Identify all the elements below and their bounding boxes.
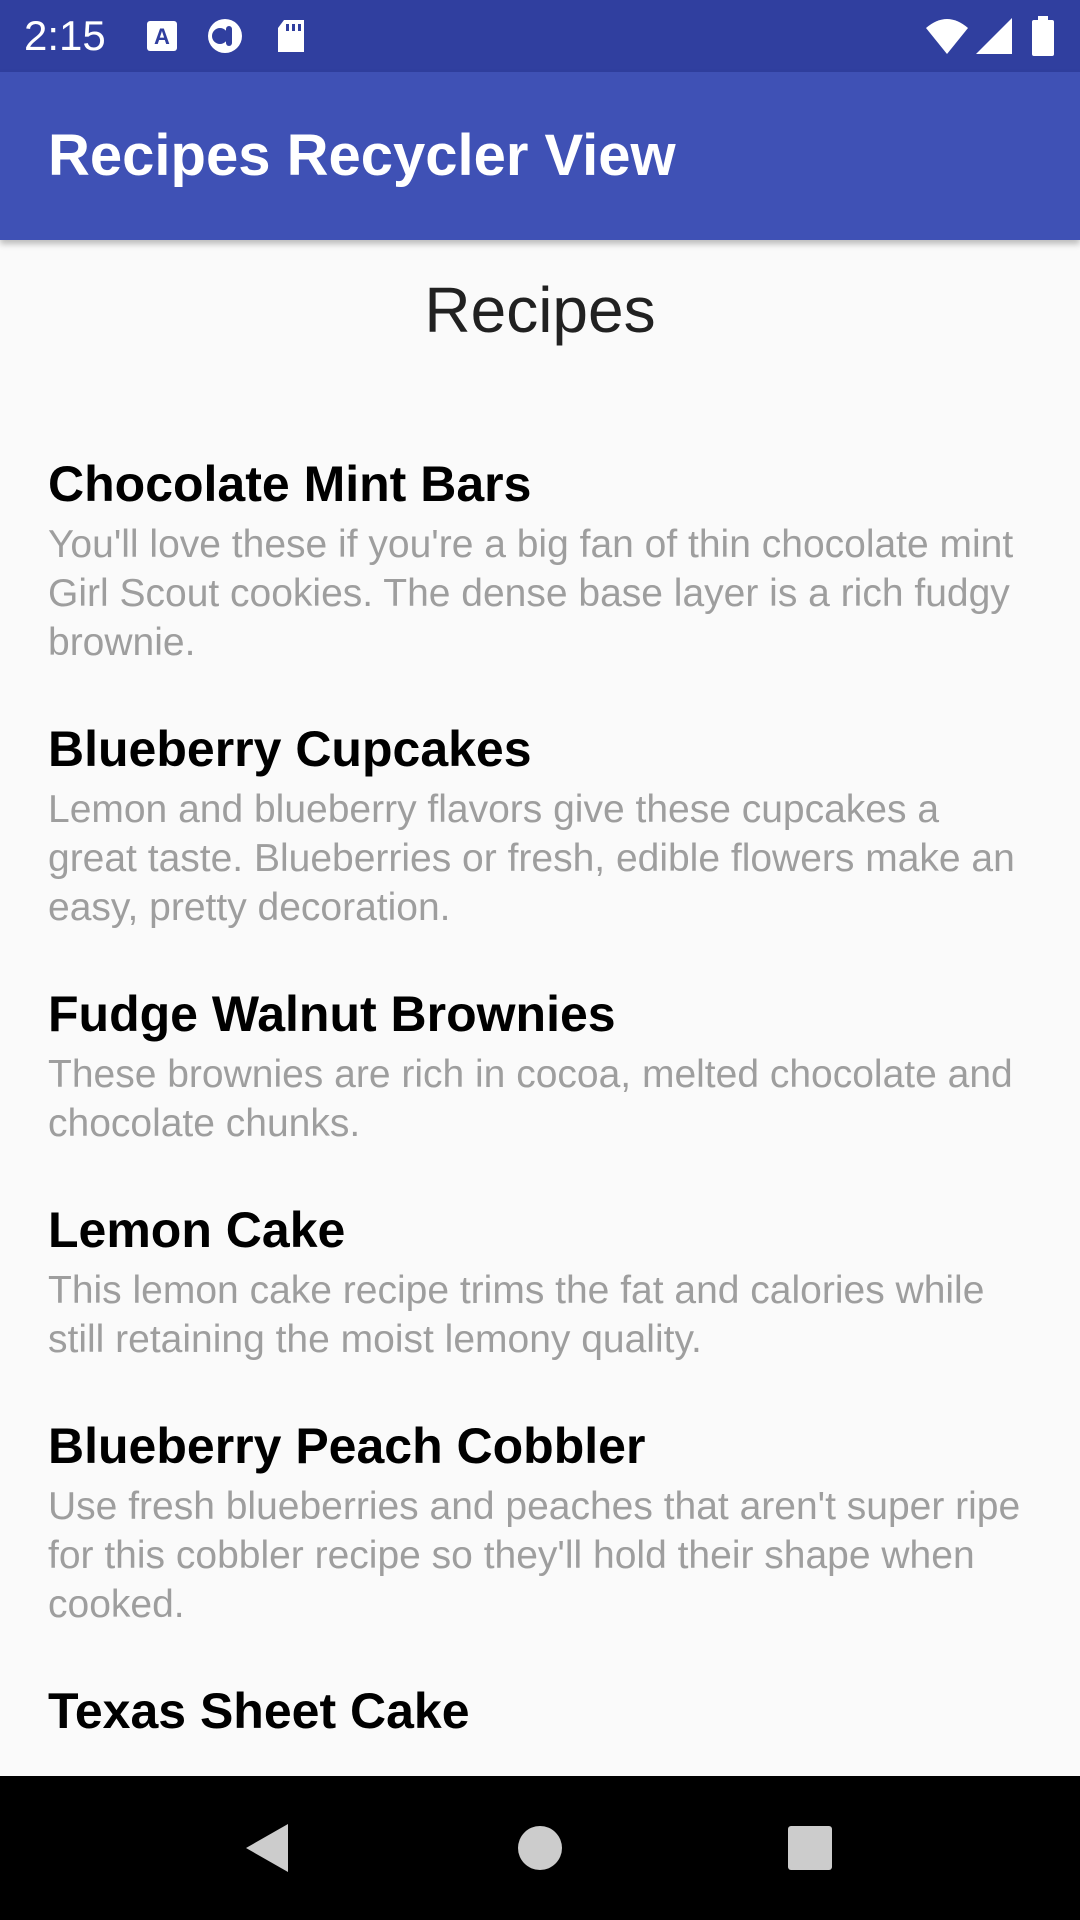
status-bar: 2:15 A (0, 0, 1080, 72)
page-heading: Recipes (424, 274, 656, 346)
back-icon[interactable] (228, 1808, 308, 1888)
signal-icon (972, 16, 1016, 56)
recipe-title: Chocolate Mint Bars (48, 456, 532, 512)
recipe-title: Texas Sheet Cake (48, 1683, 470, 1739)
recipe-title: Blueberry Cupcakes (48, 721, 532, 777)
recipe-item[interactable]: Texas Sheet Cake (48, 1679, 1048, 1743)
phone-screen: 2:15 A Recipes Recycler View Recipes Cho… (0, 0, 1080, 1920)
recipe-item[interactable]: Blueberry Cupcakes Lemon and blueberry f… (48, 717, 1048, 932)
recipe-item[interactable]: Blueberry Peach Cobbler Use fresh bluebe… (48, 1414, 1048, 1629)
recipe-description: You'll love these if you're a big fan of… (48, 523, 1014, 664)
app-circle-icon (204, 16, 242, 56)
recipe-title: Lemon Cake (48, 1202, 346, 1258)
wifi-icon (924, 16, 970, 56)
app-bar: Recipes Recycler View (0, 72, 1080, 240)
recipe-description: These brownies are rich in cocoa, melted… (48, 1053, 1013, 1145)
recipe-title: Fudge Walnut Brownies (48, 986, 616, 1042)
recipe-description: Lemon and blueberry flavors give these c… (48, 788, 1015, 929)
recipe-description: This lemon cake recipe trims the fat and… (48, 1269, 985, 1361)
app-title: Recipes Recycler View (48, 123, 676, 188)
font-app-icon: A (144, 16, 182, 56)
recipe-list[interactable]: Chocolate Mint Bars You'll love these if… (48, 452, 1048, 1776)
recipe-item[interactable]: Fudge Walnut Brownies These brownies are… (48, 982, 1048, 1148)
recipe-item[interactable]: Chocolate Mint Bars You'll love these if… (48, 452, 1048, 667)
recipe-item[interactable]: Lemon Cake This lemon cake recipe trims … (48, 1198, 1048, 1364)
battery-icon (1030, 16, 1056, 56)
svg-text:A: A (154, 24, 170, 49)
recipe-description: Use fresh blueberries and peaches that a… (48, 1485, 1021, 1626)
recipe-content[interactable]: Recipes Chocolate Mint Bars You'll love … (0, 240, 1080, 1776)
navigation-bar (0, 1776, 1080, 1920)
recents-icon[interactable] (770, 1808, 850, 1888)
status-time: 2:15 (24, 12, 106, 59)
home-icon[interactable] (500, 1808, 580, 1888)
recipe-title: Blueberry Peach Cobbler (48, 1418, 646, 1474)
sd-card-icon (272, 16, 310, 56)
